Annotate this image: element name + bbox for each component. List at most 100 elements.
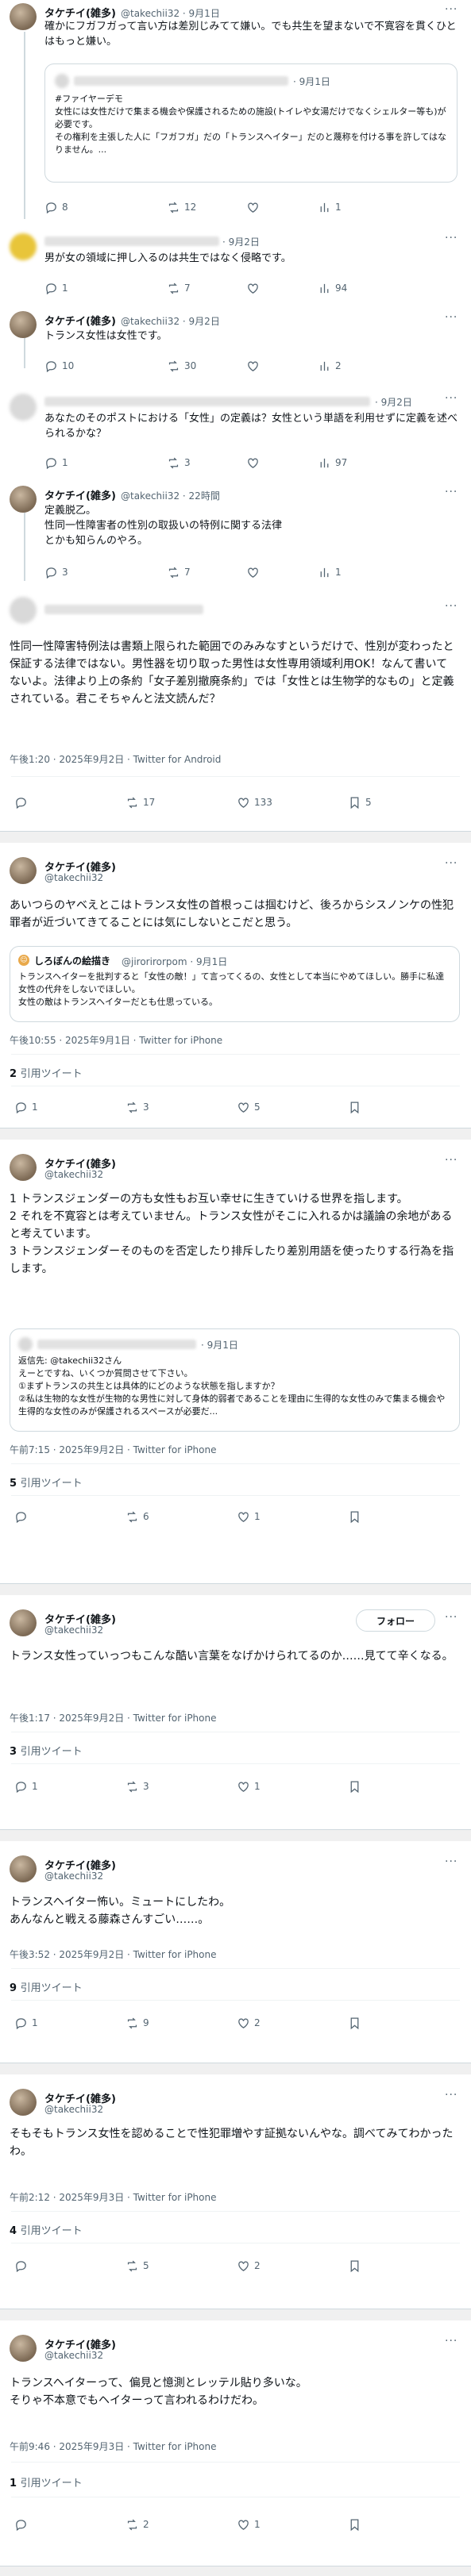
more-menu-icon[interactable]: ··· (445, 311, 457, 324)
tweet-timestamp[interactable]: 午前7:15 · 2025年9月2日 · Twitter for iPhone (10, 1443, 217, 1456)
reply-button[interactable]: 1 (44, 281, 68, 295)
retweet-button[interactable]: 17 (125, 795, 155, 809)
more-menu-icon[interactable]: ··· (445, 486, 457, 498)
avatar[interactable] (10, 1855, 37, 1882)
retweet-button[interactable]: 7 (167, 565, 191, 579)
reply-button[interactable]: 10 (44, 359, 74, 373)
like-button[interactable]: 1 (237, 1509, 261, 1524)
reply-button[interactable] (14, 2259, 32, 2273)
avatar[interactable] (10, 2335, 37, 2362)
avatar[interactable] (10, 1609, 37, 1636)
reply-button[interactable]: 1 (44, 456, 68, 470)
author-name[interactable]: タケチイ(雑多) (44, 487, 116, 502)
tweet-timestamp[interactable]: 午後1:17 · 2025年9月2日 · Twitter for iPhone (10, 1711, 217, 1724)
views-button[interactable]: 1 (318, 565, 342, 579)
reply-button[interactable] (14, 1509, 32, 1524)
quote-tweets-link[interactable]: 2 引用ツイート (10, 1065, 83, 1080)
author-name[interactable]: タケチイ(雑多) (44, 313, 116, 328)
author-handle[interactable]: @takechii32 (44, 2104, 103, 2115)
retweet-button[interactable]: 12 (167, 200, 196, 214)
quote-tweets-link[interactable]: 3 引用ツイート (10, 1743, 83, 1758)
reply-button[interactable]: 1 (14, 1100, 38, 1114)
more-menu-icon[interactable]: ··· (445, 232, 457, 244)
views-button[interactable]: 94 (318, 281, 347, 295)
like-button[interactable] (246, 200, 264, 214)
bookmark-button[interactable] (348, 1100, 365, 1114)
tweet-timestamp[interactable]: 午前2:12 · 2025年9月3日 · Twitter for iPhone (10, 2190, 217, 2204)
like-button[interactable]: 5 (237, 1100, 261, 1114)
tweet-timestamp[interactable]: 午後3:52 · 2025年9月2日 · Twitter for iPhone (10, 1947, 217, 1961)
quote-tweets-link[interactable]: 5 引用ツイート (10, 1474, 83, 1490)
retweet-button[interactable]: 2 (125, 2517, 149, 2532)
quote-tweets-link[interactable]: 1 引用ツイート (10, 2474, 83, 2489)
like-button[interactable]: 2 (237, 2259, 261, 2273)
quoted-tweet[interactable]: ☺ しろぼんの絵描き @jirorirorpom · 9月1日 トランスヘイター… (10, 946, 460, 1022)
avatar[interactable] (10, 3, 37, 30)
quoted-tweet[interactable]: · 9月1日 #ファイヤーデモ 女性には女性だけで集まる機会や保護されるための施… (44, 63, 457, 183)
more-menu-icon[interactable]: ··· (445, 857, 457, 870)
reply-button[interactable]: 3 (44, 565, 68, 579)
bookmark-button[interactable]: 5 (348, 795, 372, 809)
post-date: · 9月2日 (222, 236, 260, 248)
like-button[interactable] (246, 359, 264, 373)
retweet-button[interactable]: 3 (167, 456, 191, 470)
views-icon (320, 361, 329, 371)
reply-button[interactable]: 8 (44, 200, 68, 214)
avatar[interactable] (10, 486, 37, 513)
reply-button[interactable] (14, 795, 32, 809)
follow-button[interactable]: フォロー (356, 1609, 435, 1632)
like-button[interactable]: 2 (237, 2016, 261, 2030)
author-handle[interactable]: @takechii32 (44, 1624, 103, 1636)
more-menu-icon[interactable]: ··· (445, 1611, 457, 1624)
retweet-button[interactable]: 3 (125, 1100, 149, 1114)
tweet-timestamp[interactable]: 午後1:20 · 2025年9月2日 · Twitter for Android (10, 752, 221, 766)
reply-button[interactable]: 1 (14, 2016, 38, 2030)
author-handle[interactable]: @takechii32 (44, 1169, 103, 1180)
like-button[interactable] (246, 565, 264, 579)
avatar[interactable] (10, 2089, 37, 2116)
like-button[interactable]: 133 (237, 795, 272, 809)
retweet-icon (127, 2260, 137, 2271)
quoted-tweet[interactable]: · 9月1日 返信先: @takechii32さん えーとですね、いくつか質問さ… (10, 1328, 460, 1432)
tweet-timestamp[interactable]: 午後10:55 · 2025年9月1日 · Twitter for iPhone (10, 1033, 222, 1047)
more-menu-icon[interactable]: ··· (445, 1855, 457, 1868)
avatar[interactable] (10, 1154, 37, 1181)
retweet-button[interactable]: 7 (167, 281, 191, 295)
author-name[interactable]: タケチイ(雑多) (44, 5, 116, 20)
retweet-button[interactable]: 3 (125, 1779, 149, 1794)
more-menu-icon[interactable]: ··· (445, 3, 457, 16)
author-handle[interactable]: @takechii32 (44, 2350, 103, 2361)
bookmark-button[interactable] (348, 2259, 365, 2273)
bookmark-button[interactable] (348, 1509, 365, 1524)
quote-tweets-link[interactable]: 9 引用ツイート (10, 1979, 83, 1994)
reply-button[interactable]: 1 (14, 1779, 38, 1794)
like-button[interactable] (246, 456, 264, 470)
views-button[interactable]: 2 (318, 359, 342, 373)
like-button[interactable]: 1 (237, 2517, 261, 2532)
bookmark-button[interactable] (348, 1779, 365, 1794)
bookmark-button[interactable] (348, 2517, 365, 2532)
retweet-button[interactable]: 6 (125, 1509, 149, 1524)
like-button[interactable]: 1 (237, 1779, 261, 1794)
tweet-timestamp[interactable]: 午前9:46 · 2025年9月3日 · Twitter for iPhone (10, 2440, 217, 2453)
avatar[interactable] (10, 311, 37, 338)
more-menu-icon[interactable]: ··· (445, 600, 457, 613)
retweet-button[interactable]: 30 (167, 359, 196, 373)
more-menu-icon[interactable]: ··· (445, 2335, 457, 2347)
views-button[interactable]: 97 (318, 456, 347, 470)
quote-tweets-link[interactable]: 4 引用ツイート (10, 2222, 83, 2237)
avatar[interactable] (10, 857, 37, 884)
views-button[interactable]: 1 (318, 200, 342, 214)
bookmark-button[interactable] (348, 2016, 365, 2030)
like-button[interactable] (246, 281, 264, 295)
reply-text: 確かにフガフガって言い方は差別じみてて嫌い。でも共生を望まないで不寛容を貫くひと… (44, 21, 457, 48)
retweet-button[interactable]: 5 (125, 2259, 149, 2273)
author-handle[interactable]: @takechii32 (44, 1870, 103, 1882)
retweet-button[interactable]: 9 (125, 2016, 149, 2030)
more-menu-icon[interactable]: ··· (445, 392, 457, 405)
more-menu-icon[interactable]: ··· (445, 1154, 457, 1167)
more-menu-icon[interactable]: ··· (445, 2089, 457, 2101)
reply-button[interactable] (14, 2517, 32, 2532)
views-icon (320, 283, 329, 293)
author-handle[interactable]: @takechii32 (44, 872, 103, 883)
